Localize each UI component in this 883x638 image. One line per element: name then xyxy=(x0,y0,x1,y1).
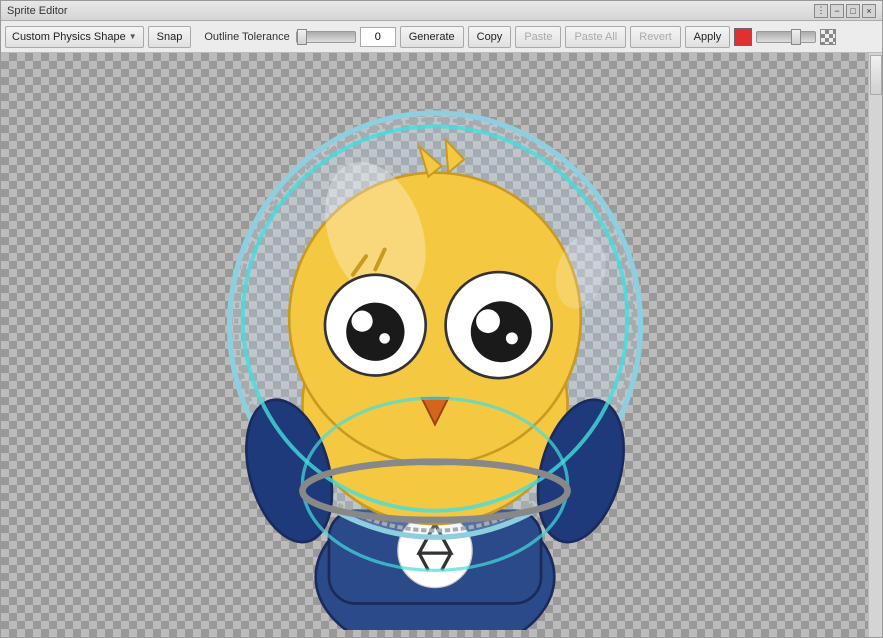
alpha-icon xyxy=(820,29,836,45)
paste-all-label: Paste All xyxy=(574,31,617,43)
generate-label: Generate xyxy=(409,31,455,43)
sprite-editor-window: Sprite Editor ⋮ − □ × Custom Physics Sha… xyxy=(0,0,883,638)
scrollbar-thumb[interactable] xyxy=(870,55,882,95)
dropdown-arrow-icon: ▼ xyxy=(129,32,137,41)
tolerance-slider[interactable] xyxy=(296,31,356,43)
scrollbar-right xyxy=(868,53,882,637)
toolbar: Custom Physics Shape ▼ Snap Outline Tole… xyxy=(1,21,882,53)
close-icon: × xyxy=(866,6,871,16)
color-swatch[interactable] xyxy=(734,28,752,46)
paste-button[interactable]: Paste xyxy=(515,26,561,48)
tolerance-slider-container xyxy=(296,31,356,43)
copy-label: Copy xyxy=(477,31,503,43)
settings-icon-btn[interactable]: ⋮ xyxy=(814,4,828,18)
generate-button[interactable]: Generate xyxy=(400,26,464,48)
tolerance-value-input[interactable] xyxy=(360,27,396,47)
apply-button[interactable]: Apply xyxy=(685,26,731,48)
copy-button[interactable]: Copy xyxy=(468,26,512,48)
title-bar-right: ⋮ − □ × xyxy=(814,4,876,18)
revert-button[interactable]: Revert xyxy=(630,26,680,48)
sprite-container xyxy=(15,60,855,630)
chick-astronaut-sprite xyxy=(15,60,855,630)
restore-icon: □ xyxy=(850,6,855,16)
minimize-btn[interactable]: − xyxy=(830,4,844,18)
title-bar: Sprite Editor ⋮ − □ × xyxy=(1,1,882,21)
paste-all-button[interactable]: Paste All xyxy=(565,26,626,48)
mode-label: Custom Physics Shape xyxy=(12,31,126,43)
window-title: Sprite Editor xyxy=(7,5,68,17)
close-btn[interactable]: × xyxy=(862,4,876,18)
alpha-slider[interactable] xyxy=(756,31,816,43)
mode-dropdown[interactable]: Custom Physics Shape ▼ xyxy=(5,26,144,48)
snap-button[interactable]: Snap xyxy=(148,26,192,48)
main-content xyxy=(1,53,882,637)
three-dots-icon: ⋮ xyxy=(817,5,826,16)
outline-tolerance-label: Outline Tolerance xyxy=(202,31,291,43)
revert-label: Revert xyxy=(639,31,671,43)
snap-label: Snap xyxy=(157,31,183,43)
apply-label: Apply xyxy=(694,31,722,43)
title-bar-left: Sprite Editor xyxy=(7,5,68,17)
canvas-area[interactable] xyxy=(1,53,868,637)
paste-label: Paste xyxy=(524,31,552,43)
alpha-slider-container xyxy=(756,31,816,43)
restore-btn[interactable]: □ xyxy=(846,4,860,18)
minimize-icon: − xyxy=(834,6,839,16)
